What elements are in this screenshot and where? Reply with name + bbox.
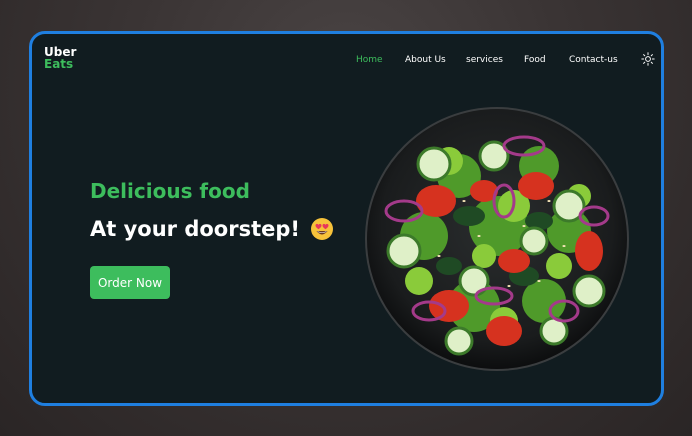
salad-bowl-image [364,106,630,372]
nav-item-contact-us[interactable]: Contact-us [569,55,618,65]
top-nav: Home About Us services Food Contact-us [32,55,661,69]
sun-icon[interactable] [641,51,655,66]
hero-title: Delicious food [90,179,250,203]
order-now-button[interactable]: Order Now [90,266,170,299]
nav-item-about-us[interactable]: About Us [405,55,446,65]
nav-item-food[interactable]: Food [524,55,546,65]
hero-subtitle: At your doorstep! [90,217,300,241]
hero-subtitle-row: At your doorstep! [90,217,334,241]
nav-item-services[interactable]: services [466,55,503,65]
app-window: Uber Eats Home About Us services Food Co… [29,31,664,406]
nav-item-home[interactable]: Home [356,55,383,65]
heart-eyes-emoji-icon [310,217,334,241]
